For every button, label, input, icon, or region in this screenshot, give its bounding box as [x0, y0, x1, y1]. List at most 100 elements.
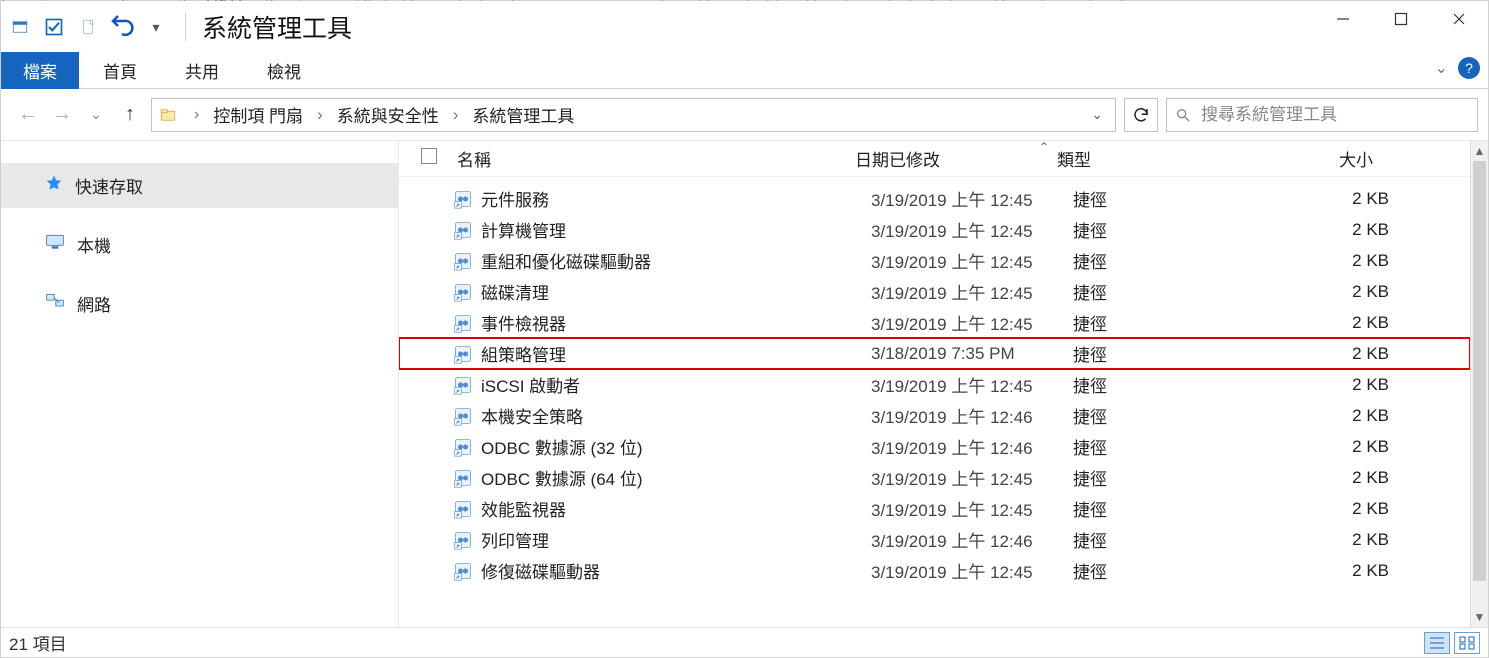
undo-button[interactable]	[109, 14, 135, 40]
file-type: 捷徑	[1073, 310, 1275, 335]
file-size: 2 KB	[1275, 313, 1403, 333]
file-row[interactable]: ODBC 數據源 (64 位)3/19/2019 上午 12:45捷徑2 KB	[399, 462, 1470, 493]
file-type: 捷徑	[1073, 248, 1275, 273]
file-row[interactable]: 本機安全策略3/19/2019 上午 12:46捷徑2 KB	[399, 400, 1470, 431]
scroll-down-button[interactable]: ▼	[1471, 607, 1488, 627]
tab-home[interactable]: 首頁	[79, 52, 161, 89]
file-row[interactable]: 重組和優化磁碟驅動器3/19/2019 上午 12:45捷徑2 KB	[399, 245, 1470, 276]
file-date: 3/19/2019 上午 12:45	[871, 248, 1073, 273]
file-type: 捷徑	[1073, 434, 1275, 459]
up-button[interactable]: ↑	[117, 102, 143, 128]
address-dropdown-icon[interactable]: ⌄	[1083, 106, 1111, 123]
shortcut-icon	[453, 344, 481, 364]
file-name: ODBC 數據源 (32 位)	[481, 434, 871, 459]
nav-network[interactable]: 網路	[1, 281, 398, 326]
file-row[interactable]: 效能監視器3/19/2019 上午 12:45捷徑2 KB	[399, 493, 1470, 524]
file-type: 捷徑	[1073, 496, 1275, 521]
file-date: 3/19/2019 上午 12:45	[871, 496, 1073, 521]
titlebar: ▾ 系統管理工具	[1, 1, 1488, 53]
search-icon	[1175, 107, 1191, 123]
file-row[interactable]: ODBC 數據源 (32 位)3/19/2019 上午 12:46捷徑2 KB	[399, 431, 1470, 462]
file-size: 2 KB	[1275, 282, 1403, 302]
file-name: 計算機管理	[481, 217, 871, 242]
file-size: 2 KB	[1275, 406, 1403, 426]
file-date: 3/19/2019 上午 12:45	[871, 217, 1073, 242]
view-details-button[interactable]	[1424, 632, 1450, 654]
column-headers: 名稱 ⌃ 日期已修改 類型 大小	[399, 141, 1470, 177]
file-size: 2 KB	[1275, 468, 1403, 488]
breadcrumb-seg-2[interactable]: 系統管理工具	[468, 102, 578, 127]
tab-view[interactable]: 檢視	[243, 52, 325, 89]
select-all-checkbox[interactable]	[399, 148, 443, 169]
breadcrumb-arrow-icon[interactable]: ›	[307, 105, 333, 125]
search-box[interactable]	[1166, 98, 1478, 132]
nav-this-pc[interactable]: 本機	[1, 222, 398, 267]
file-row[interactable]: 元件服務3/19/2019 上午 12:45捷徑2 KB	[399, 183, 1470, 214]
shortcut-icon	[453, 189, 481, 209]
chevron-down-icon[interactable]: ⌄	[1435, 58, 1448, 78]
vertical-scrollbar[interactable]: ▲ ▼	[1470, 141, 1488, 627]
forward-button[interactable]: →	[49, 102, 75, 128]
refresh-button[interactable]	[1124, 98, 1158, 132]
file-row[interactable]: 磁碟清理3/19/2019 上午 12:45捷徑2 KB	[399, 276, 1470, 307]
file-name: ODBC 數據源 (64 位)	[481, 465, 871, 490]
file-name: 組策略管理	[481, 341, 871, 366]
file-type: 捷徑	[1073, 527, 1275, 552]
file-date: 3/19/2019 上午 12:45	[871, 186, 1073, 211]
search-input[interactable]	[1201, 105, 1469, 125]
help-button[interactable]: ?	[1458, 57, 1480, 79]
file-type: 捷徑	[1073, 465, 1275, 490]
recent-locations-button[interactable]: ⌄	[83, 102, 109, 128]
back-button[interactable]: ←	[15, 102, 41, 128]
col-size[interactable]: 大小	[1259, 146, 1387, 171]
file-type: 捷徑	[1073, 372, 1275, 397]
scroll-up-button[interactable]: ▲	[1471, 141, 1488, 161]
breadcrumb-arrow-icon[interactable]: ›	[443, 105, 469, 125]
file-size: 2 KB	[1275, 189, 1403, 209]
close-button[interactable]	[1430, 1, 1488, 37]
document-icon[interactable]	[75, 14, 101, 40]
col-date[interactable]: 日期已修改	[855, 146, 1057, 171]
main-area: 快速存取 本機 網路 名稱 ⌃ 日期已修改 類型 大小	[1, 141, 1488, 627]
qat-dropdown-icon[interactable]: ▾	[143, 14, 169, 40]
file-date: 3/19/2019 上午 12:45	[871, 558, 1073, 583]
checkbox-icon[interactable]	[41, 14, 67, 40]
file-type: 捷徑	[1073, 558, 1275, 583]
breadcrumb-bar[interactable]: › 控制項 門扇 › 系統與安全性 › 系統管理工具 ⌄	[151, 98, 1116, 132]
sort-indicator-icon: ⌃	[1039, 141, 1049, 154]
tab-share[interactable]: 共用	[161, 52, 243, 89]
file-row[interactable]: 列印管理3/19/2019 上午 12:46捷徑2 KB	[399, 524, 1470, 555]
nav-label: 網路	[77, 291, 111, 316]
explorer-icon[interactable]	[7, 14, 33, 40]
scroll-thumb[interactable]	[1473, 161, 1486, 581]
breadcrumb-seg-1[interactable]: 系統與安全性	[333, 102, 443, 127]
shortcut-icon	[453, 561, 481, 581]
minimize-button[interactable]	[1314, 1, 1372, 37]
breadcrumb-seg-0[interactable]: 控制項 門扇	[209, 102, 307, 127]
file-row[interactable]: 事件檢視器3/19/2019 上午 12:45捷徑2 KB	[399, 307, 1470, 338]
shortcut-icon	[453, 406, 481, 426]
window-title: 系統管理工具	[196, 9, 352, 45]
breadcrumb-arrow-icon[interactable]: ›	[184, 106, 209, 124]
maximize-button[interactable]	[1372, 1, 1430, 37]
col-type[interactable]: 類型	[1057, 146, 1259, 171]
nav-pane: 快速存取 本機 網路	[1, 141, 399, 627]
file-name: 修復磁碟驅動器	[481, 558, 871, 583]
file-row[interactable]: 修復磁碟驅動器3/19/2019 上午 12:45捷徑2 KB	[399, 555, 1470, 586]
file-row[interactable]: 計算機管理3/19/2019 上午 12:45捷徑2 KB	[399, 214, 1470, 245]
file-type: 捷徑	[1073, 279, 1275, 304]
file-name: iSCSI 啟動者	[481, 372, 871, 397]
file-row[interactable]: 組策略管理3/18/2019 7:35 PM捷徑2 KB	[399, 338, 1470, 369]
file-tab[interactable]: 檔案	[1, 52, 79, 89]
separator	[185, 13, 186, 41]
col-name[interactable]: 名稱	[443, 146, 855, 171]
nav-quick-access[interactable]: 快速存取	[1, 163, 398, 208]
view-large-icons-button[interactable]	[1454, 632, 1480, 654]
file-size: 2 KB	[1275, 530, 1403, 550]
file-name: 磁碟清理	[481, 279, 871, 304]
file-date: 3/19/2019 上午 12:45	[871, 279, 1073, 304]
file-row[interactable]: iSCSI 啟動者3/19/2019 上午 12:45捷徑2 KB	[399, 369, 1470, 400]
file-date: 3/19/2019 上午 12:45	[871, 310, 1073, 335]
quick-access-toolbar: ▾	[1, 14, 175, 40]
network-icon	[45, 292, 65, 315]
